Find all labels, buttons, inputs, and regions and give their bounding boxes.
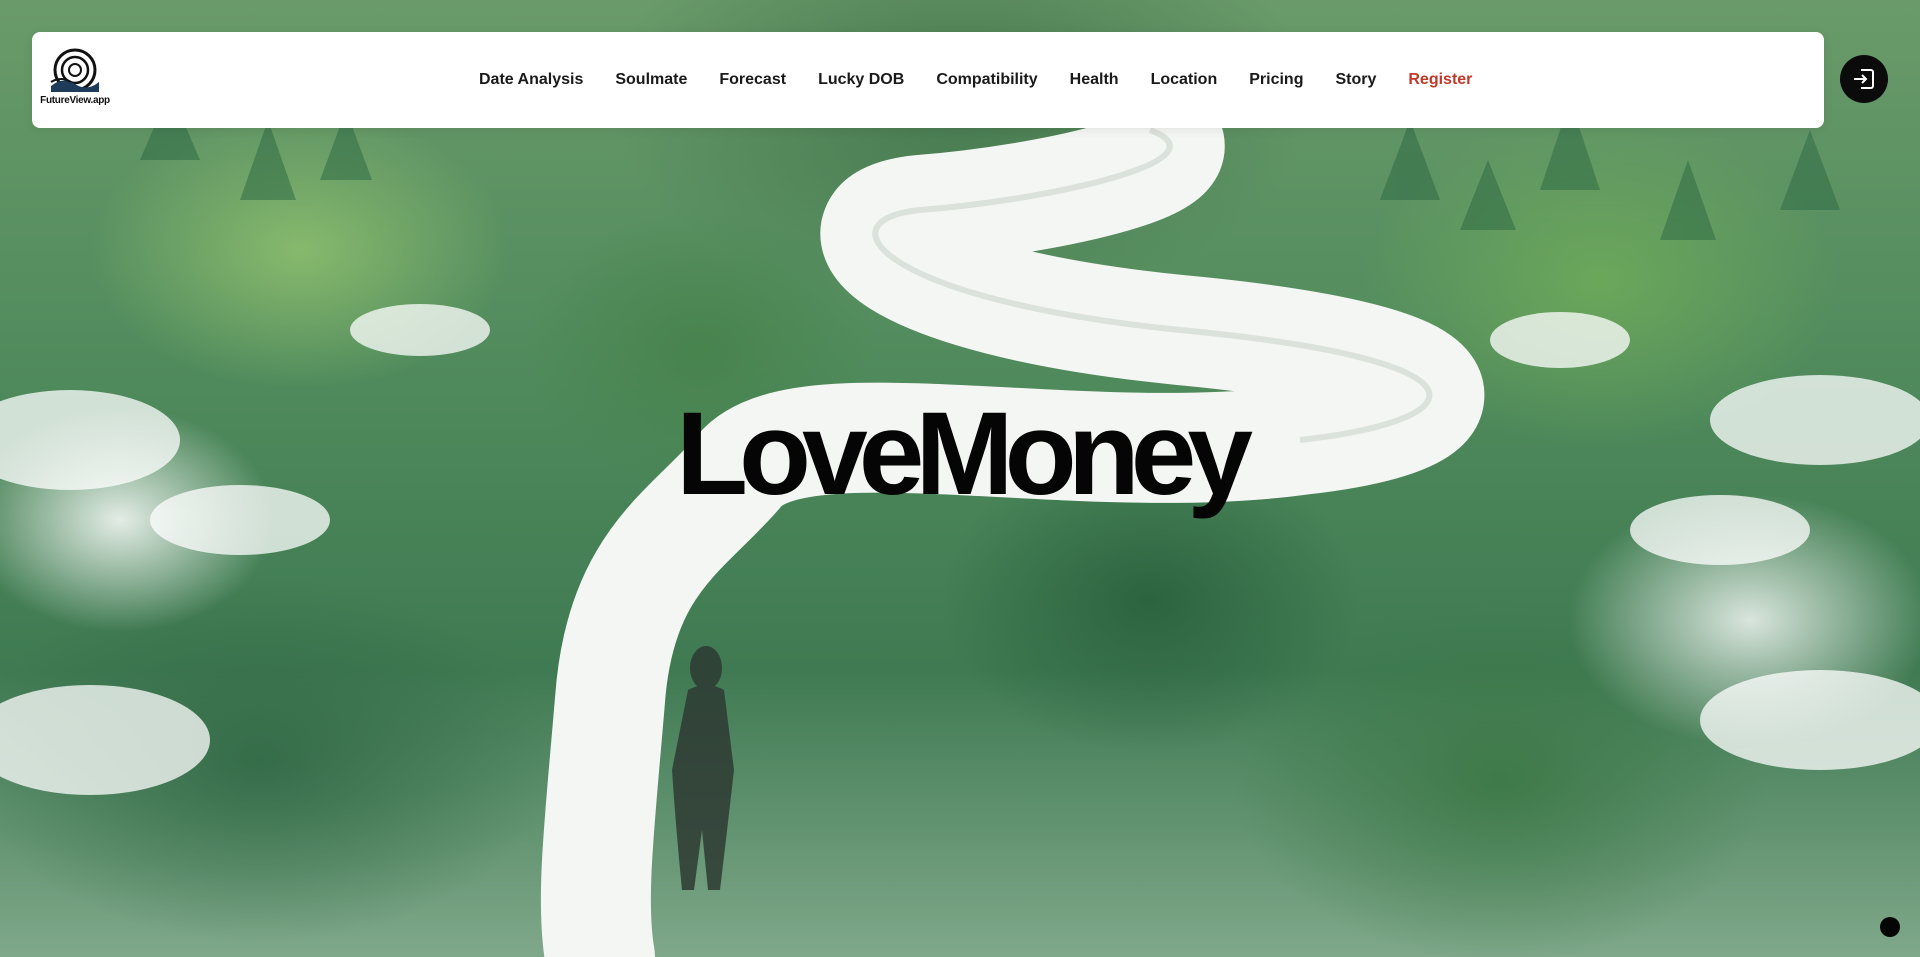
brand-logo[interactable]: FutureView.app — [40, 48, 110, 112]
spiral-landscape-logo-icon — [50, 48, 99, 92]
login-icon — [1854, 69, 1874, 89]
nav-story[interactable]: Story — [1319, 71, 1392, 89]
chat-widget-dot[interactable] — [1880, 917, 1900, 937]
nav-date-analysis[interactable]: Date Analysis — [463, 71, 599, 89]
nav-health[interactable]: Health — [1054, 71, 1135, 89]
nav-pricing[interactable]: Pricing — [1233, 71, 1319, 89]
nav-compatibility[interactable]: Compatibility — [920, 71, 1053, 89]
nav-location[interactable]: Location — [1135, 71, 1234, 89]
hero-title: LoveMoney — [675, 388, 1253, 520]
walking-person — [672, 646, 734, 890]
brand-name: FutureView.app — [40, 95, 110, 106]
nav-lucky-dob[interactable]: Lucky DOB — [802, 71, 920, 89]
top-navbar: FutureView.app Date Analysis Soulmate Fo… — [32, 32, 1824, 128]
nav-menu: Date Analysis Soulmate Forecast Lucky DO… — [463, 32, 1488, 128]
login-button[interactable] — [1840, 55, 1888, 103]
nav-soulmate[interactable]: Soulmate — [599, 71, 703, 89]
nav-forecast[interactable]: Forecast — [703, 71, 802, 89]
register-link[interactable]: Register — [1392, 71, 1488, 89]
